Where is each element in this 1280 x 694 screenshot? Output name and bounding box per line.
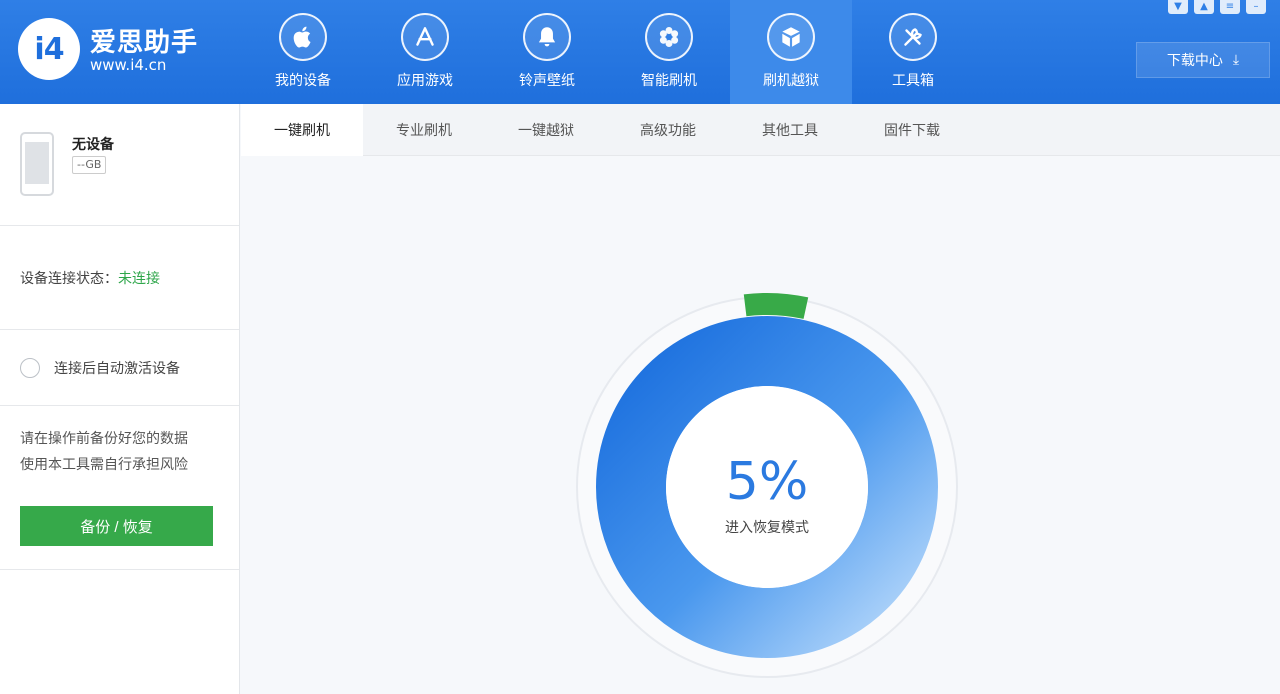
nav-item-toolbox[interactable]: 工具箱 <box>852 0 974 104</box>
app-store-icon <box>401 13 449 61</box>
sub-tabs: 一键刷机 专业刷机 一键越狱 高级功能 其他工具 固件下载 <box>241 104 1280 156</box>
nav-label: 铃声壁纸 <box>519 73 575 89</box>
minimize-icon[interactable]: – <box>1246 0 1266 14</box>
device-storage-badge: --GB <box>72 156 107 174</box>
flash-progress: 5% 进入恢复模式 <box>572 292 962 682</box>
apple-icon <box>279 13 327 61</box>
i4-logo: i4 <box>18 18 80 80</box>
nav-item-my-device[interactable]: 我的设备 <box>242 0 364 104</box>
tab-other-tools[interactable]: 其他工具 <box>729 104 851 156</box>
device-name: 无设备 <box>72 137 114 153</box>
top-header: i4 爱思助手 www.i4.cn 我的设备 应用游戏 铃声壁纸 智能刷机 刷机… <box>0 0 1280 104</box>
brand-url: www.i4.cn <box>90 56 167 74</box>
backup-restore-button[interactable]: 备份 / 恢复 <box>20 506 213 546</box>
nav-label: 我的设备 <box>275 73 331 89</box>
connection-label: 设备连接状态： <box>20 270 118 287</box>
flower-icon <box>645 13 693 61</box>
phone-icon <box>20 132 54 196</box>
phone-screen <box>25 142 49 184</box>
window-controls: ▼ ▲ ≡ – <box>1168 0 1266 14</box>
nav-item-smart-flash[interactable]: 智能刷机 <box>608 0 730 104</box>
download-center-button[interactable]: 下载中心 ⤓ <box>1136 42 1270 78</box>
nav-item-apps-games[interactable]: 应用游戏 <box>364 0 486 104</box>
bell-icon <box>523 13 571 61</box>
skin-icon[interactable]: ▲ <box>1194 0 1214 14</box>
tab-one-click-jailbreak[interactable]: 一键越狱 <box>485 104 607 156</box>
download-center-label: 下载中心 <box>1166 53 1223 69</box>
tab-firmware-download[interactable]: 固件下载 <box>851 104 973 156</box>
download-arrow-icon: ⤓ <box>1232 52 1240 68</box>
auto-activate-row[interactable]: 连接后自动激活设备 <box>0 330 239 406</box>
auto-activate-radio[interactable] <box>20 357 40 378</box>
auto-activate-label: 连接后自动激活设备 <box>54 360 180 377</box>
tab-one-click-flash[interactable]: 一键刷机 <box>241 104 363 156</box>
nav-label: 工具箱 <box>892 73 934 89</box>
nav-label: 应用游戏 <box>397 73 453 89</box>
connection-status-row: 设备连接状态： 未连接 <box>0 226 239 330</box>
nav-item-flash-jailbreak[interactable]: 刷机越狱 <box>730 0 852 104</box>
feedback-icon[interactable]: ▼ <box>1168 0 1188 14</box>
tab-pro-flash[interactable]: 专业刷机 <box>363 104 485 156</box>
logo-mark: i4 <box>34 31 64 67</box>
left-sidebar: 无设备 --GB 设备连接状态： 未连接 连接后自动激活设备 请在操作前备份好您… <box>0 104 240 694</box>
notice-line: 使用本工具需自行承担风险 <box>20 457 188 473</box>
progress-indicator <box>743 293 809 319</box>
progress-percent: 5% <box>725 452 809 512</box>
backup-notice: 请在操作前备份好您的数据 使用本工具需自行承担风险 备份 / 恢复 <box>0 406 239 570</box>
brand-name: 爱思助手 <box>90 28 199 58</box>
progress-status: 进入恢复模式 <box>725 520 809 536</box>
nav-label: 智能刷机 <box>641 73 697 89</box>
menu-icon[interactable]: ≡ <box>1220 0 1240 14</box>
tools-icon <box>889 13 937 61</box>
nav-label: 刷机越狱 <box>763 73 819 89</box>
device-info: 无设备 --GB <box>0 104 239 226</box>
nav-item-ringtones-wallpapers[interactable]: 铃声壁纸 <box>486 0 608 104</box>
tab-advanced[interactable]: 高级功能 <box>607 104 729 156</box>
notice-line: 请在操作前备份好您的数据 <box>20 431 188 447</box>
connection-status: 未连接 <box>118 270 160 287</box>
box-icon <box>767 13 815 61</box>
main-content: 一键刷机 专业刷机 一键越狱 高级功能 其他工具 固件下载 5% 进入恢复模式 <box>241 104 1280 694</box>
main-nav: 我的设备 应用游戏 铃声壁纸 智能刷机 刷机越狱 工具箱 <box>242 0 974 104</box>
